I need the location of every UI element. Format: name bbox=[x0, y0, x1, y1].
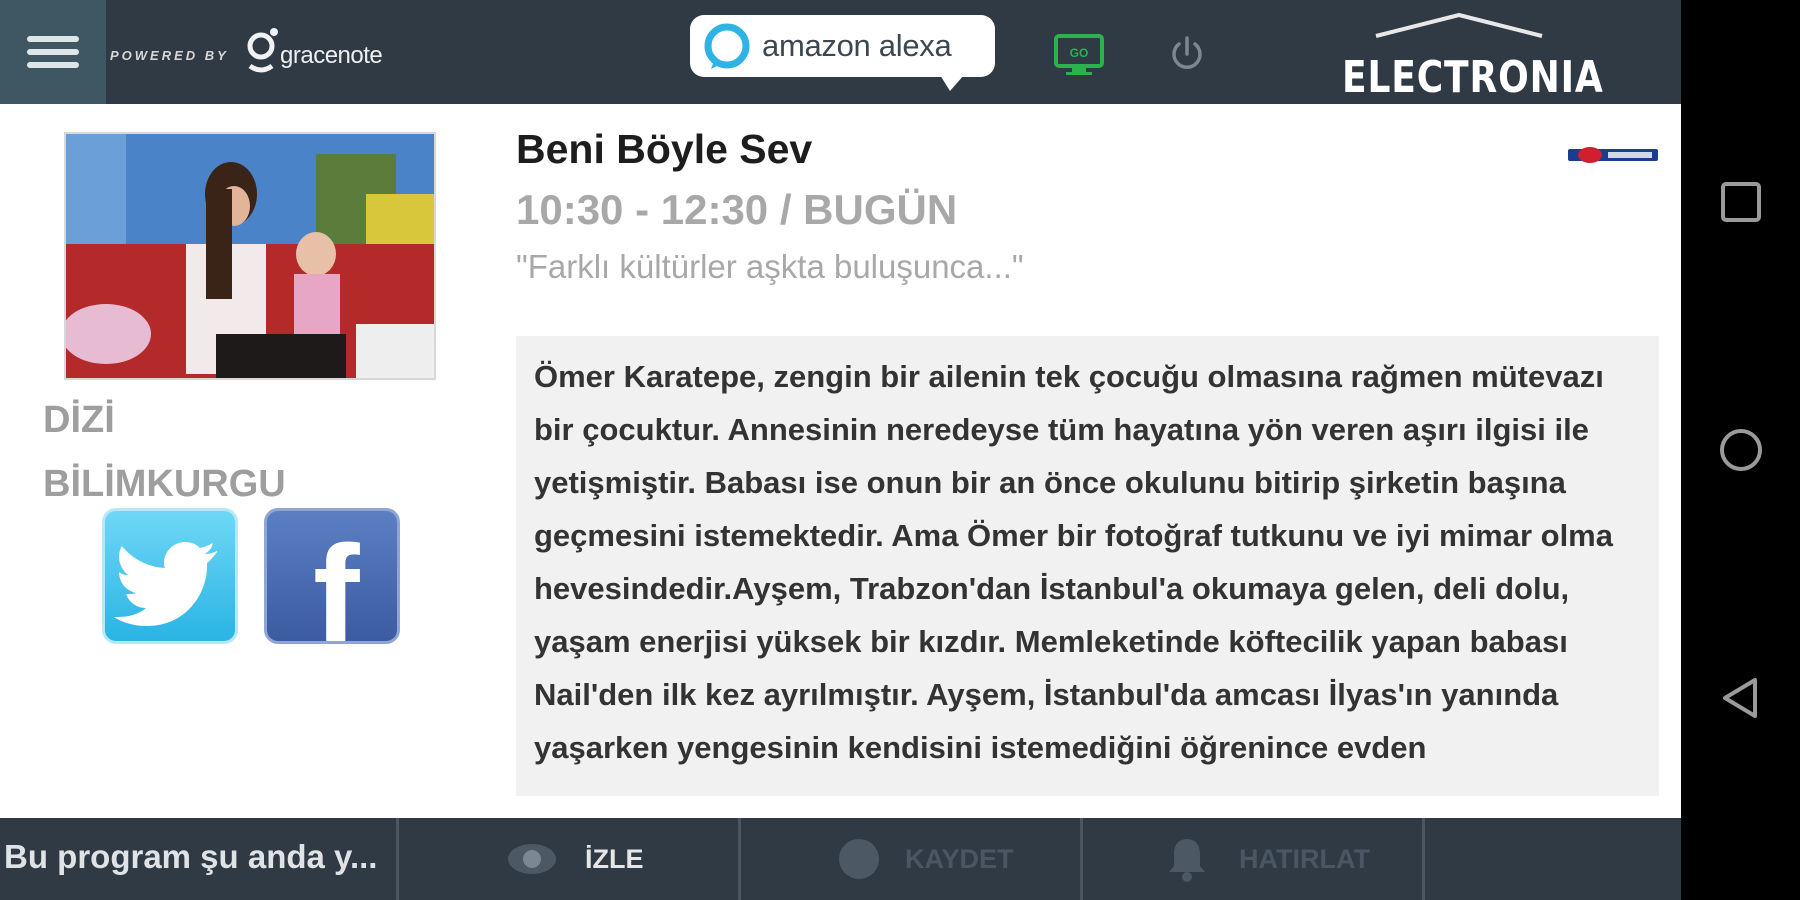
bottom-bar-spacer bbox=[1422, 818, 1681, 900]
channel-logo-icon bbox=[1568, 147, 1658, 163]
bell-icon bbox=[1169, 839, 1205, 882]
twitter-share-button[interactable] bbox=[102, 508, 238, 644]
on-air-status-text: Bu program şu anda y... bbox=[4, 838, 378, 875]
record-label: KAYDET bbox=[905, 843, 1014, 874]
back-icon[interactable] bbox=[1719, 676, 1763, 720]
facebook-share-button[interactable]: f bbox=[264, 508, 400, 644]
bottom-action-bar: Bu program şu anda y... İZLE KAYDET HATI… bbox=[0, 818, 1681, 900]
program-poster-image bbox=[64, 132, 436, 380]
alexa-label: amazon alexa bbox=[762, 28, 952, 63]
app-screen: POWERED BY gracenote amazon alexa GO ELE… bbox=[0, 0, 1681, 900]
brand-wordmark: ELECTRONIA bbox=[1342, 52, 1604, 103]
program-tagline: "Farklı kültürler aşkta buluşunca..." bbox=[516, 248, 1024, 285]
genre-item: DİZİ bbox=[43, 399, 115, 441]
recent-apps-icon[interactable] bbox=[1719, 180, 1763, 224]
program-description-box[interactable]: Ömer Karatepe, zengin bir ailenin tek ço… bbox=[516, 336, 1659, 796]
watch-button[interactable]: İZLE bbox=[396, 818, 738, 900]
program-description: Ömer Karatepe, zengin bir ailenin tek ço… bbox=[534, 359, 1613, 765]
program-title: Beni Böyle Sev bbox=[516, 126, 813, 172]
twitter-bird-icon bbox=[114, 542, 217, 626]
electronia-logo: ELECTRONIA bbox=[1330, 12, 1603, 103]
home-icon[interactable] bbox=[1719, 428, 1763, 472]
roof-icon bbox=[1375, 12, 1543, 38]
program-time: 10:30 - 12:30 / BUGÜN bbox=[516, 186, 958, 233]
svg-text:GO: GO bbox=[1070, 46, 1089, 60]
cast-screen-icon[interactable]: GO bbox=[1054, 34, 1104, 76]
hamburger-menu-icon[interactable] bbox=[0, 0, 106, 104]
watch-label: İZLE bbox=[585, 843, 644, 874]
power-icon[interactable] bbox=[1168, 34, 1206, 74]
alexa-ring-icon bbox=[704, 23, 750, 69]
top-bar: POWERED BY gracenote amazon alexa GO ELE… bbox=[0, 0, 1681, 104]
powered-by-label: POWERED BY bbox=[110, 48, 229, 63]
android-navigation-bar bbox=[1681, 0, 1800, 900]
genre-list: DİZİ BİLİMKURGU bbox=[43, 388, 286, 516]
alexa-button[interactable]: amazon alexa bbox=[690, 15, 995, 91]
remind-label: HATIRLAT bbox=[1239, 843, 1370, 874]
facebook-f-icon: f bbox=[313, 516, 360, 644]
record-button[interactable]: KAYDET bbox=[738, 818, 1080, 900]
gracenote-logo: POWERED BY gracenote bbox=[110, 24, 410, 80]
remind-button[interactable]: HATIRLAT bbox=[1080, 818, 1422, 900]
record-circle-icon bbox=[839, 839, 879, 879]
gracenote-icon bbox=[247, 28, 278, 73]
gracenote-wordmark: gracenote bbox=[280, 42, 383, 69]
eye-icon bbox=[508, 844, 556, 874]
genre-item: BİLİMKURGU bbox=[43, 463, 286, 505]
